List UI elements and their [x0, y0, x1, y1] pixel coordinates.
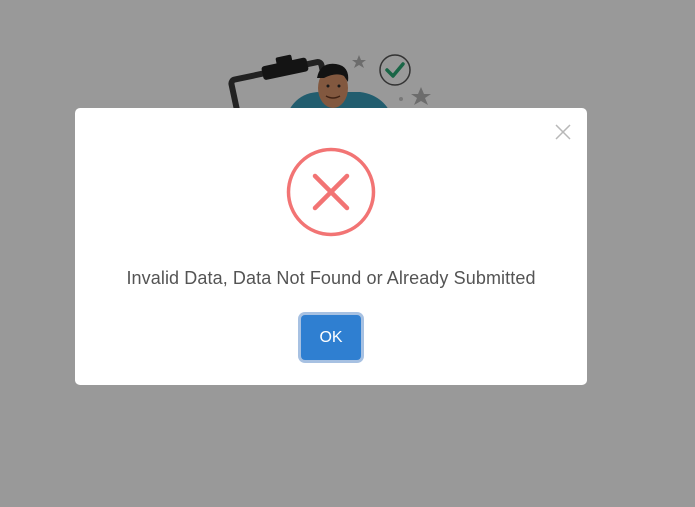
ok-button[interactable]: OK: [301, 315, 361, 360]
alert-dialog: Invalid Data, Data Not Found or Already …: [75, 108, 587, 385]
error-x-icon: [286, 147, 376, 237]
close-icon[interactable]: [553, 122, 573, 142]
close-button[interactable]: [553, 122, 573, 142]
page: Invalid Data, Data Not Found or Already …: [0, 0, 695, 507]
dialog-message: Invalid Data, Data Not Found or Already …: [126, 268, 536, 288]
